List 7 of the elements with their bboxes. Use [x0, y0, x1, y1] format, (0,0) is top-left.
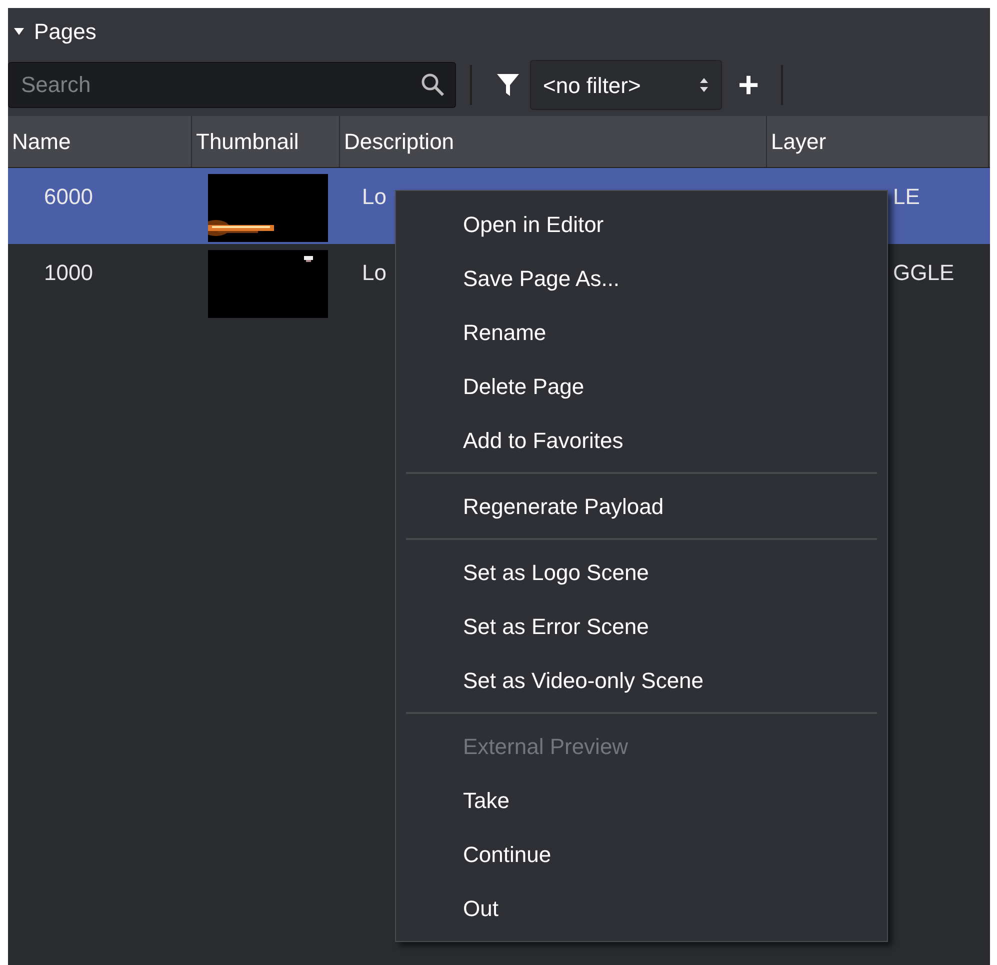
table-cell-text: 1000 [43, 259, 94, 287]
table-cell-text: LE [893, 183, 920, 211]
table-cell-text: 6000 [43, 183, 94, 211]
panel-title: Pages [34, 18, 96, 46]
table-cell-text: Lo [362, 183, 386, 211]
table-cell-text: Lo [362, 259, 386, 287]
table-cell-text: GGLE [893, 259, 954, 287]
